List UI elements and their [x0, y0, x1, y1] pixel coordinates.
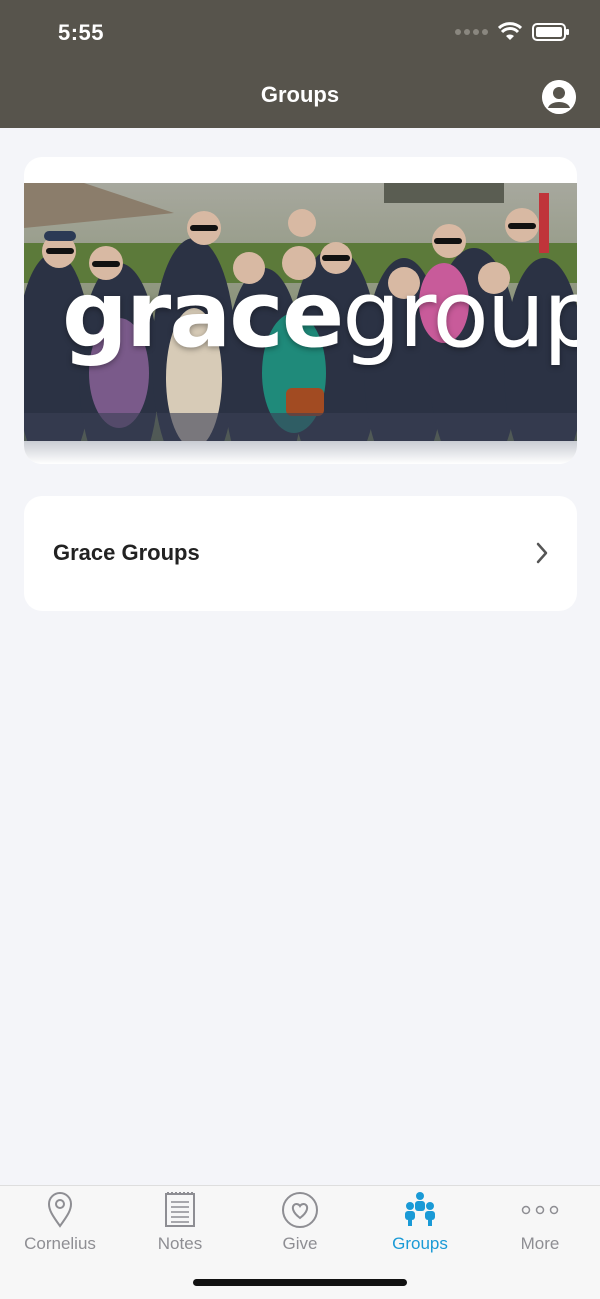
list-item-grace-groups[interactable]: Grace Groups	[24, 496, 577, 611]
home-indicator	[193, 1279, 407, 1286]
tab-more[interactable]: More	[480, 1186, 600, 1266]
heart-circle-icon	[282, 1192, 318, 1228]
status-bar: 5:55	[0, 0, 600, 68]
person-circle-icon	[542, 80, 576, 114]
more-dots-icon	[521, 1205, 559, 1215]
tab-label-more: More	[520, 1234, 560, 1253]
notepad-icon	[165, 1192, 195, 1227]
tab-notes[interactable]: Notes	[120, 1186, 240, 1266]
nav-bar: Groups	[0, 68, 600, 128]
tab-label-groups: Groups	[392, 1234, 448, 1253]
location-pin-icon	[47, 1192, 73, 1228]
tab-give[interactable]: Give	[240, 1186, 360, 1266]
battery-icon	[532, 23, 569, 41]
banner-card[interactable]: gracegroups	[24, 157, 577, 464]
tab-label-notes: Notes	[157, 1234, 203, 1253]
status-time: 5:55	[58, 20, 105, 45]
profile-button[interactable]	[542, 80, 576, 114]
banner-word-bold: grace	[62, 261, 344, 368]
signal-dots-icon	[455, 29, 488, 35]
banner-logo-text: gracegroups	[62, 261, 577, 368]
list-item-label: Grace Groups	[53, 540, 200, 565]
tab-label-cornelius: Cornelius	[24, 1234, 96, 1253]
tab-cornelius[interactable]: Cornelius	[0, 1186, 120, 1266]
status-icons	[454, 22, 570, 42]
people-group-icon	[405, 1192, 435, 1226]
tab-label-give: Give	[282, 1234, 318, 1253]
banner-image: gracegroups	[24, 183, 577, 441]
banner-word-light: groups	[342, 261, 577, 368]
wifi-icon	[498, 22, 522, 40]
banner-shadow	[24, 441, 577, 464]
page-title: Groups	[260, 82, 340, 107]
tab-groups[interactable]: Groups	[360, 1186, 480, 1266]
chevron-right-icon	[536, 542, 548, 564]
